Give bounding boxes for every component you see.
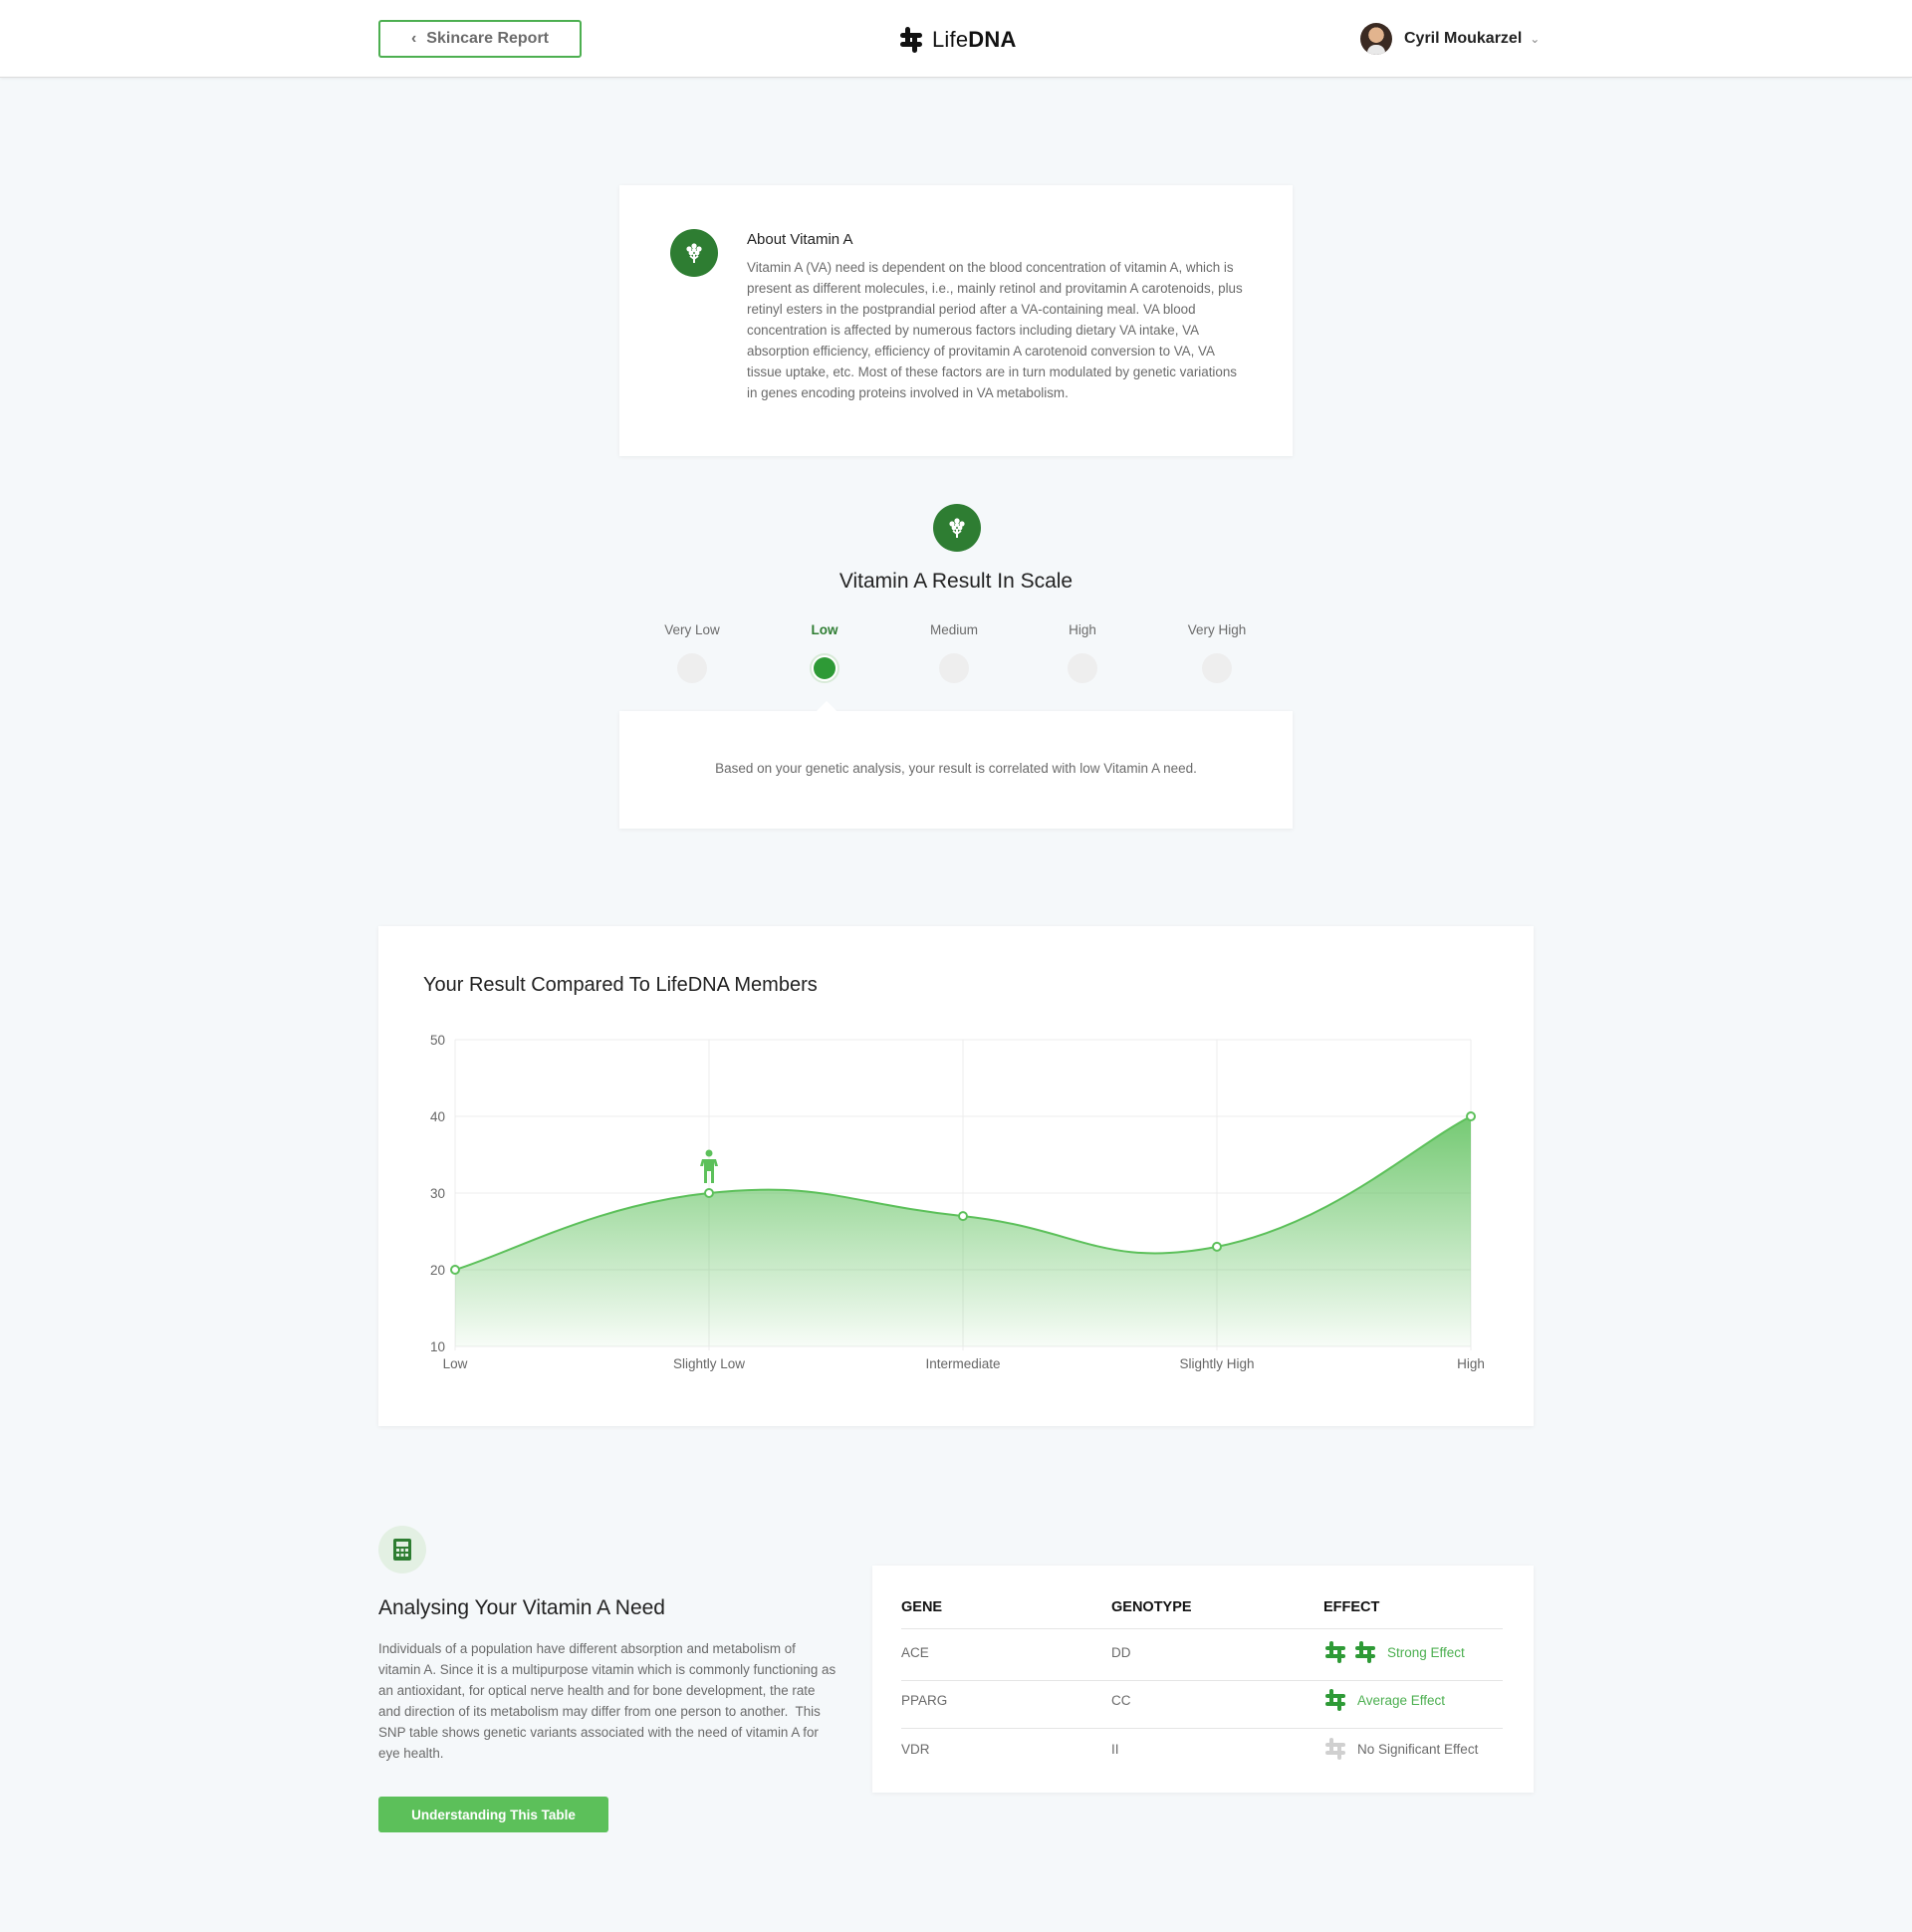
scale-dot-medium[interactable] (939, 653, 969, 683)
table-header-genotype: GENOTYPE (1111, 1599, 1192, 1615)
effect-label: Average Effect (1357, 1692, 1446, 1708)
logo-text-light: Life (932, 27, 969, 52)
comparison-chart-card: Your Result Compared To LifeDNA Members … (378, 926, 1534, 1426)
table-cell-gene: PPARG (901, 1693, 948, 1708)
table-cell-gene: ACE (901, 1645, 929, 1660)
y-tick-label: 50 (430, 1033, 445, 1048)
plant-icon (933, 504, 981, 552)
data-point (958, 1211, 968, 1222)
comparison-area-chart: 10 20 30 40 50 Low Slightly Low Intermediate Sli… (430, 1033, 1485, 1371)
dna-effect-icon (1355, 1641, 1375, 1663)
table-cell-genotype: DD (1111, 1645, 1131, 1660)
scale-label-high: High (1069, 622, 1096, 637)
table-cell-effect: Strong Effect (1323, 1639, 1465, 1665)
plant-icon (670, 229, 718, 277)
dna-effect-icon (1325, 1689, 1345, 1711)
data-point (704, 1188, 714, 1198)
logo-text-bold: DNA (968, 27, 1017, 52)
about-title: About Vitamin A (747, 231, 853, 248)
table-cell-genotype: II (1111, 1742, 1119, 1757)
table-cell-gene: VDR (901, 1742, 930, 1757)
about-description: Vitamin A (VA) need is dependent on the … (747, 260, 1243, 400)
calculator-icon (378, 1526, 426, 1573)
analysis-title: Analysing Your Vitamin A Need (378, 1596, 665, 1619)
data-point (1212, 1241, 1222, 1252)
lifedna-logo[interactable]: LifeDNA (896, 24, 1017, 56)
y-tick-label: 30 (430, 1186, 445, 1201)
x-tick-label: Slightly High (1179, 1356, 1254, 1371)
understanding-this-table-button[interactable]: Understanding This Table (378, 1797, 608, 1832)
scale-label-very-low: Very Low (664, 622, 720, 637)
back-button-label: Skincare Report (426, 30, 550, 47)
user-name: Cyril Moukarzel (1404, 30, 1523, 47)
chevron-down-icon: ⌄ (1530, 32, 1541, 46)
scale-result-card: Based on your genetic analysis, your res… (619, 711, 1293, 829)
x-tick-label: High (1457, 1356, 1485, 1371)
analysis-description: Individuals of a population have differe… (378, 1641, 836, 1761)
x-tick-label: Low (443, 1356, 468, 1371)
scale-dot-very-high[interactable] (1202, 653, 1232, 683)
dna-effect-icon (1325, 1641, 1345, 1663)
data-point (450, 1265, 460, 1275)
table-divider (901, 1628, 1503, 1629)
logo-text: LifeDNA (932, 27, 1017, 53)
effect-label: Strong Effect (1387, 1644, 1465, 1660)
table-header-gene: GENE (901, 1599, 943, 1615)
scale-title: Vitamin A Result In Scale (838, 570, 1074, 593)
scale-label-very-high: Very High (1187, 622, 1247, 637)
snp-table: GENE GENOTYPE EFFECT ACE DD Strong Effec… (872, 1566, 1534, 1793)
x-tick-label: Slightly Low (673, 1356, 745, 1371)
lifedna-logo-icon (900, 27, 922, 53)
y-tick-label: 40 (430, 1109, 445, 1124)
table-header-effect: EFFECT (1323, 1599, 1380, 1615)
effect-label: No Significant Effect (1357, 1741, 1479, 1757)
back-to-skincare-report-button[interactable]: ‹ Skincare Report (378, 20, 582, 58)
avatar (1360, 23, 1392, 55)
scale-dot-low[interactable] (810, 653, 839, 683)
user-menu[interactable]: Cyril Moukarzel ⌄ (1360, 22, 1540, 56)
table-divider (901, 1680, 1503, 1681)
table-cell-effect: Average Effect (1323, 1687, 1445, 1713)
y-tick-label: 20 (430, 1263, 445, 1278)
scale-dot-very-low[interactable] (677, 653, 707, 683)
chevron-left-icon: ‹ (410, 30, 417, 47)
x-tick-label: Intermediate (925, 1356, 1000, 1371)
scale-result-text: Based on your genetic analysis, your res… (715, 761, 1197, 776)
table-divider (901, 1728, 1503, 1729)
scale-label-low: Low (811, 622, 838, 637)
y-tick-label: 10 (430, 1339, 445, 1354)
table-cell-effect: No Significant Effect (1323, 1736, 1478, 1762)
top-header: ‹ Skincare Report LifeDNA Cyril Moukarze… (0, 0, 1912, 78)
scale-result-pointer (816, 701, 837, 712)
dna-effect-icon (1325, 1738, 1345, 1760)
about-vitamin-card: About Vitamin A Vitamin A (VA) need is d… (619, 185, 1293, 456)
table-cell-genotype: CC (1111, 1693, 1131, 1708)
data-point (1466, 1111, 1476, 1121)
scale-dot-high[interactable] (1068, 653, 1097, 683)
scale-label-medium: Medium (929, 622, 978, 637)
